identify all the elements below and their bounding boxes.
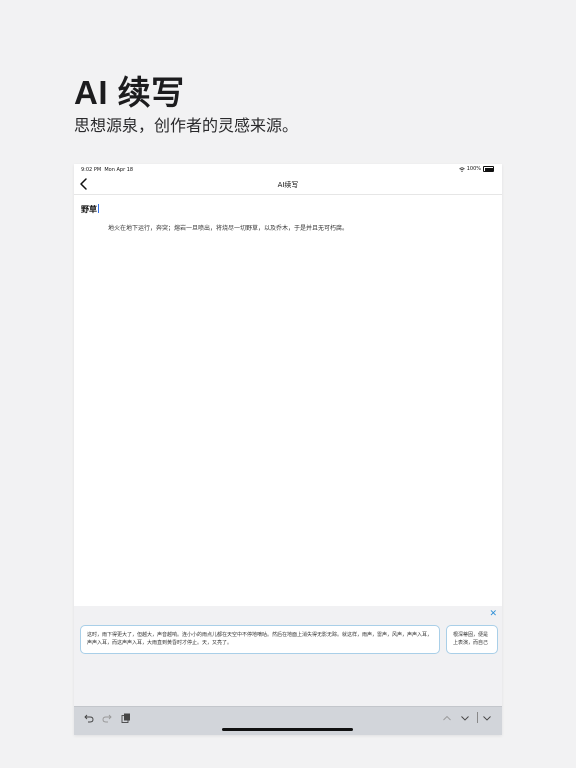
keyboard-dismiss-icon[interactable] <box>482 713 492 723</box>
document-title-text: 野草 <box>81 205 97 214</box>
chevron-up-icon[interactable] <box>442 713 452 723</box>
suggestion-panel: ✕ 这时，雨下得更大了，但越大，声音越响。连小小的雨点儿都在天空中不停地嘀咕。然… <box>74 606 502 706</box>
close-suggestions-button[interactable]: ✕ <box>489 609 497 619</box>
navigation-bar: AI续写 <box>74 176 502 195</box>
status-indicators: 100% <box>458 166 494 172</box>
battery-percent: 100% <box>466 166 481 172</box>
home-indicator <box>222 728 353 731</box>
status-date: Mon Apr 18 <box>104 167 134 173</box>
nav-title: AI续写 <box>277 181 299 189</box>
clipboard-icon[interactable] <box>121 713 131 723</box>
status-bar: 9:02 PM Mon Apr 18 100% <box>74 164 502 176</box>
toolbar-divider <box>477 712 478 723</box>
text-caret <box>98 204 99 213</box>
suggestion-card[interactable]: 这时，雨下得更大了，但越大，声音越响。连小小的雨点儿都在天空中不停地嘀咕。然后在… <box>80 625 440 654</box>
chevron-down-icon[interactable] <box>460 713 470 723</box>
device-screenshot: 9:02 PM Mon Apr 18 100% AI续写 野草 地火在地下运行，… <box>74 164 502 735</box>
document-body[interactable]: 地火在地下运行，奔突；熔岩一旦喷出，将烧尽一切野草，以及乔木，于是并且无可朽腐。 <box>108 223 348 232</box>
undo-icon[interactable] <box>84 713 94 723</box>
close-icon: ✕ <box>489 609 497 619</box>
hero-subtitle: 思想源泉，创作者的灵感来源。 <box>74 116 299 135</box>
document-title[interactable]: 野草 <box>81 204 99 215</box>
wifi-icon <box>458 166 465 172</box>
status-clock: 9:02 PM <box>81 167 102 173</box>
suggestion-card[interactable]: 根深蒂固，便是上表演，而自己 <box>446 625 498 654</box>
status-time: 9:02 PM Mon Apr 18 <box>81 167 133 173</box>
battery-icon <box>483 166 494 172</box>
hero-title: AI 续写 <box>74 74 185 111</box>
redo-icon[interactable] <box>102 713 112 723</box>
